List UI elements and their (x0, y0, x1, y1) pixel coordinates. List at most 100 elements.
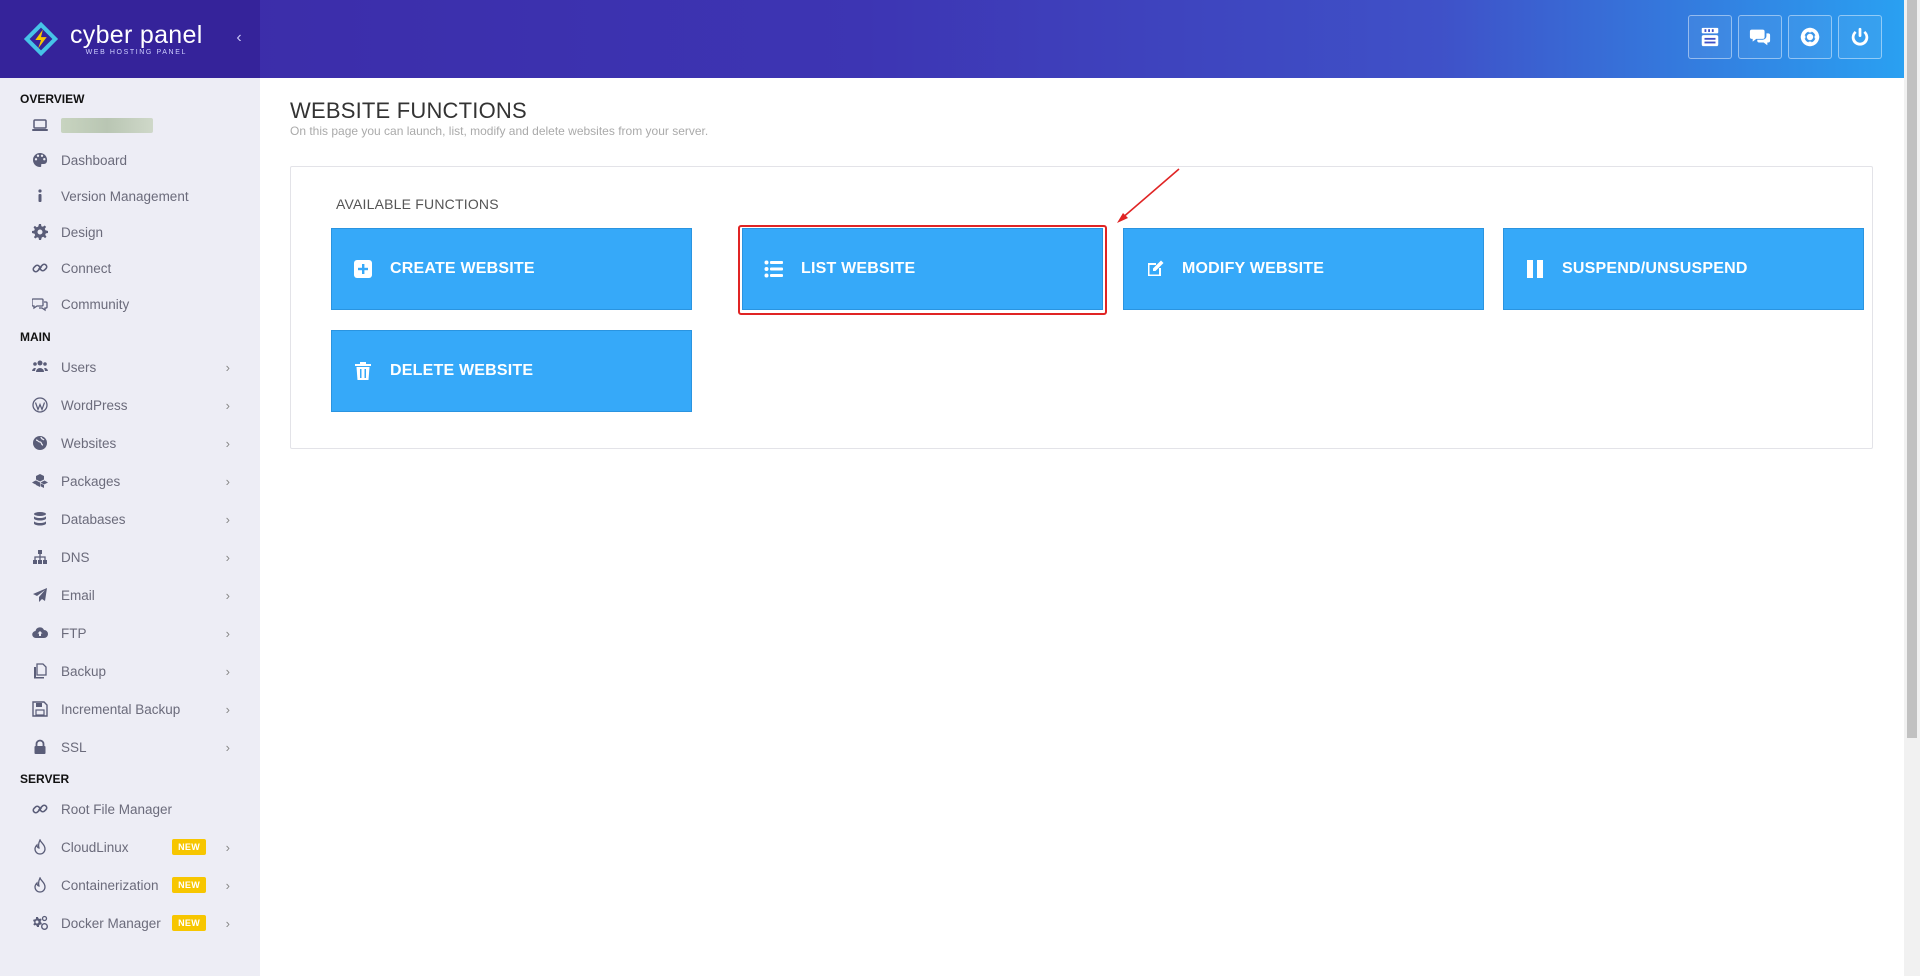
sidebar-item-label: DNS (61, 549, 90, 565)
sidebar-item-label: Root File Manager (61, 801, 173, 817)
database-icon (30, 509, 50, 529)
trash-icon (352, 360, 374, 382)
lock-icon (30, 737, 50, 757)
sidebar-item-backup[interactable]: Backup › (0, 652, 260, 690)
power-button[interactable] (1838, 15, 1882, 59)
gear-icon (30, 222, 50, 242)
section-main: MAIN (20, 330, 51, 344)
modify-website-button[interactable]: MODIFY WEBSITE (1123, 228, 1484, 310)
sidebar-item-label: Email (61, 587, 95, 603)
sidebar-item-ftp[interactable]: FTP › (0, 614, 260, 652)
sidebar-item-packages[interactable]: Packages › (0, 462, 260, 500)
server-hostname-redacted (61, 117, 153, 133)
sidebar-item-dns[interactable]: DNS › (0, 538, 260, 576)
sidebar-item-design[interactable]: Design (0, 214, 260, 250)
youtube-icon (1701, 27, 1719, 47)
brand-title: cyber panel (70, 21, 203, 49)
sidebar-item-label: Websites (61, 435, 117, 451)
sidebar-item-label: CloudLinux (61, 839, 129, 855)
chevron-right-icon: › (225, 473, 230, 489)
sidebar-item-wordpress[interactable]: WordPress › (0, 386, 260, 424)
sidebar-item-docker-manager[interactable]: Docker Manager NEW › (0, 904, 260, 942)
sidebar-item-label: Incremental Backup (61, 701, 181, 717)
delete-website-button[interactable]: DELETE WEBSITE (331, 330, 692, 412)
chevron-right-icon: › (225, 359, 230, 375)
link-icon (30, 799, 50, 819)
sidebar-item-community[interactable]: Community (0, 286, 260, 322)
link-icon (30, 258, 50, 278)
sidebar-item-label: SSL (61, 739, 87, 755)
cubes-icon (30, 471, 50, 491)
chat-icon (1749, 29, 1771, 46)
pause-icon (1524, 258, 1546, 280)
chevron-right-icon: › (225, 435, 230, 451)
sidebar-item-label: Databases (61, 511, 126, 527)
sidebar-item-email[interactable]: Email › (0, 576, 260, 614)
palette-icon (30, 150, 50, 170)
cogs-icon (30, 913, 50, 933)
paper-plane-icon (30, 585, 50, 605)
fire-icon (30, 837, 50, 857)
chevron-right-icon: › (225, 397, 230, 413)
sidebar-item-ssl[interactable]: SSL › (0, 728, 260, 766)
sidebar-item-incremental-backup[interactable]: Incremental Backup › (0, 690, 260, 728)
cyberpanel-logo-icon (23, 21, 59, 57)
sidebar-item-label: Docker Manager (61, 915, 161, 931)
brand[interactable]: cyber panel WEB HOSTING PANEL (0, 0, 260, 78)
chevron-right-icon: › (225, 549, 230, 565)
list-website-button[interactable]: LIST WEBSITE (742, 228, 1103, 310)
globe-icon (30, 433, 50, 453)
cloud-upload-icon (30, 623, 50, 643)
top-actions (1688, 15, 1882, 59)
plus-square-icon (352, 258, 374, 280)
comments-icon (30, 294, 50, 314)
sidebar-item-label: Version Management (61, 188, 189, 204)
sidebar-item-label: Dashboard (61, 152, 128, 168)
page-scrollbar[interactable] (1904, 0, 1920, 976)
edit-icon (1144, 258, 1166, 280)
fire-icon (30, 875, 50, 895)
sidebar-item-containerization[interactable]: Containerization NEW › (0, 866, 260, 904)
sidebar-item-server-host[interactable] (0, 108, 260, 142)
sidebar-item-root-file-manager[interactable]: Root File Manager (0, 790, 260, 828)
sidebar-collapse-button[interactable]: ‹ (230, 29, 248, 49)
sidebar-item-label: WordPress (61, 397, 128, 413)
sidebar-item-version-management[interactable]: Version Management (0, 178, 260, 214)
sidebar-item-label: Connect (61, 260, 112, 276)
create-website-button[interactable]: CREATE WEBSITE (331, 228, 692, 310)
new-badge: NEW (172, 839, 206, 855)
page-title: WEBSITE FUNCTIONS (290, 98, 527, 123)
panel-title: AVAILABLE FUNCTIONS (336, 196, 499, 212)
sidebar-item-connect[interactable]: Connect (0, 250, 260, 286)
annotation-arrow-icon (1117, 168, 1180, 223)
copy-icon (30, 661, 50, 681)
support-icon (1800, 27, 1820, 47)
chevron-right-icon: › (225, 915, 230, 931)
sidebar-item-databases[interactable]: Databases › (0, 500, 260, 538)
create-website-label: CREATE WEBSITE (390, 260, 535, 277)
users-icon (30, 357, 50, 377)
list-website-label: LIST WEBSITE (801, 260, 916, 277)
sidebar-item-users[interactable]: Users › (0, 348, 260, 386)
list-icon (763, 258, 785, 280)
chat-button[interactable] (1738, 15, 1782, 59)
sidebar-item-label: Users (61, 359, 97, 375)
suspend-unsuspend-label: SUSPEND/UNSUSPEND (1562, 260, 1748, 277)
sidebar: OVERVIEW Dashboard Version Management De… (0, 78, 260, 976)
sidebar-item-cloudlinux[interactable]: CloudLinux NEW › (0, 828, 260, 866)
page-subtitle: On this page you can launch, list, modif… (290, 124, 709, 138)
main-content: WEBSITE FUNCTIONS On this page you can l… (260, 78, 1904, 976)
suspend-unsuspend-button[interactable]: SUSPEND/UNSUSPEND (1503, 228, 1864, 310)
sidebar-item-label: Design (61, 224, 104, 240)
top-bar: cyber panel WEB HOSTING PANEL ‹ (0, 0, 1920, 78)
sidebar-item-dashboard[interactable]: Dashboard (0, 142, 260, 178)
power-icon (1851, 27, 1869, 46)
section-server: SERVER (20, 772, 70, 786)
new-badge: NEW (172, 877, 206, 893)
support-button[interactable] (1788, 15, 1832, 59)
youtube-button[interactable] (1688, 15, 1732, 59)
sidebar-item-websites[interactable]: Websites › (0, 424, 260, 462)
info-icon (30, 186, 50, 206)
sidebar-item-label: Containerization (61, 877, 159, 893)
scrollbar-thumb[interactable] (1907, 0, 1917, 738)
